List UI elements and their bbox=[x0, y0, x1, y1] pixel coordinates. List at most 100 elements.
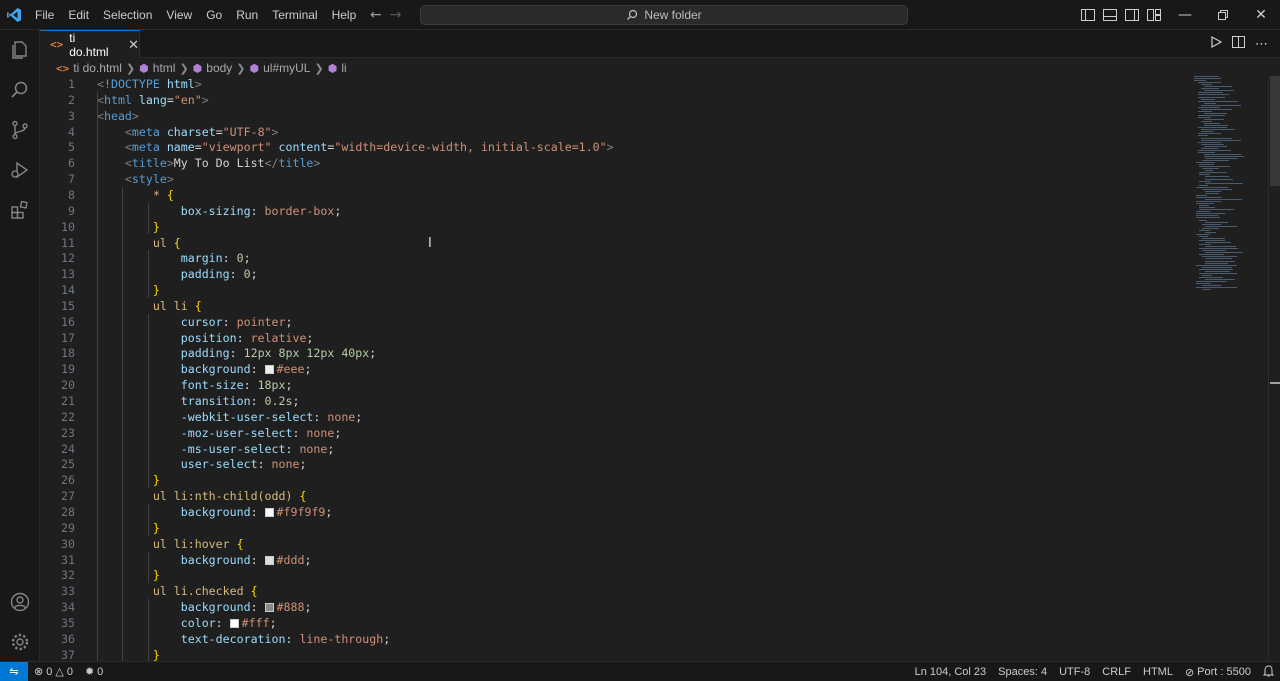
toggle-secondary-sidebar-icon[interactable] bbox=[1124, 7, 1140, 23]
code-line: 17 position: relative; bbox=[40, 330, 1190, 346]
breadcrumb-item[interactable]: ⬢ body bbox=[193, 61, 233, 75]
code-line: 20 font-size: 18px; bbox=[40, 377, 1190, 393]
ports-indicator[interactable]: ✹ 0 bbox=[79, 662, 109, 681]
code-editor[interactable]: 1 <!DOCTYPE html> 2 <html lang="en"> 3 <head>… bbox=[40, 76, 1192, 661]
code-text: box-sizing: border-box; bbox=[97, 203, 342, 219]
minimap[interactable] bbox=[1192, 76, 1268, 306]
color-swatch[interactable] bbox=[264, 507, 274, 517]
minimize-icon[interactable]: — bbox=[1166, 0, 1204, 30]
breadcrumb-item[interactable]: ⬢ li bbox=[328, 61, 347, 75]
minimap-line bbox=[1202, 266, 1233, 268]
code-token: : bbox=[292, 425, 307, 440]
menu-go[interactable]: Go bbox=[199, 0, 229, 30]
encoding[interactable]: UTF-8 bbox=[1053, 662, 1096, 681]
menu-edit[interactable]: Edit bbox=[61, 0, 96, 30]
notifications-bell[interactable] bbox=[1257, 662, 1280, 681]
color-swatch[interactable] bbox=[264, 365, 274, 375]
minimap-line bbox=[1201, 139, 1242, 141]
code-token: color bbox=[180, 615, 216, 630]
language-mode[interactable]: HTML bbox=[1137, 662, 1179, 681]
color-swatch[interactable] bbox=[264, 603, 274, 613]
toggle-primary-sidebar-icon[interactable] bbox=[1080, 7, 1096, 23]
minimap-line bbox=[1196, 281, 1227, 282]
code-token: : bbox=[222, 314, 237, 329]
indentation[interactable]: Spaces: 4 bbox=[992, 662, 1053, 681]
line-number: 11 bbox=[61, 235, 75, 250]
command-center[interactable]: New folder bbox=[420, 5, 908, 25]
run-icon[interactable] bbox=[1210, 35, 1223, 52]
symbol-element-icon: ⬢ bbox=[327, 62, 338, 75]
minimap-line bbox=[1199, 166, 1231, 168]
code-token: ; bbox=[369, 346, 377, 361]
extensions-icon[interactable] bbox=[0, 190, 40, 230]
vertical-scrollbar[interactable] bbox=[1268, 76, 1280, 661]
symbol-element-icon: ⬢ bbox=[249, 62, 260, 75]
menu-selection[interactable]: Selection bbox=[96, 0, 159, 30]
minimap-line bbox=[1196, 201, 1221, 203]
arrow-left-icon[interactable]: ← bbox=[370, 7, 382, 23]
end-of-line[interactable]: CRLF bbox=[1096, 662, 1137, 681]
code-line: 32 } bbox=[40, 567, 1190, 583]
line-number: 12 bbox=[61, 251, 75, 266]
color-swatch[interactable] bbox=[229, 618, 239, 628]
code-token: user-select bbox=[180, 457, 258, 472]
restore-icon[interactable] bbox=[1204, 0, 1242, 30]
tab-ti-do-html[interactable]: <> ti do.html ✕ bbox=[40, 30, 140, 59]
minimap-line bbox=[1196, 194, 1207, 196]
code-token: { bbox=[236, 536, 244, 551]
code-token: font-size bbox=[180, 378, 244, 393]
toggle-panel-icon[interactable] bbox=[1102, 7, 1118, 23]
gear-icon[interactable] bbox=[0, 622, 40, 662]
split-editor-icon[interactable] bbox=[1232, 36, 1245, 52]
code-token: #f9f9f9 bbox=[276, 504, 326, 519]
code-token: cursor bbox=[180, 314, 223, 329]
indent-guide bbox=[148, 503, 149, 536]
activity-bar bbox=[0, 30, 40, 661]
chevron-right-icon: ❯ bbox=[314, 62, 324, 75]
menu-file[interactable]: File bbox=[28, 0, 61, 30]
code-text: color: #fff; bbox=[97, 615, 277, 631]
more-actions-icon[interactable]: ⋯ bbox=[1255, 37, 1268, 52]
code-text: position: relative; bbox=[97, 330, 314, 346]
menu-run[interactable]: Run bbox=[229, 0, 265, 30]
line-number: 9 bbox=[68, 203, 75, 218]
search-view-icon[interactable] bbox=[0, 70, 40, 110]
minimap-line bbox=[1199, 209, 1234, 211]
code-token: > bbox=[201, 92, 209, 107]
cursor-position[interactable]: Ln 104, Col 23 bbox=[909, 662, 993, 681]
code-text: background: #ddd; bbox=[97, 552, 312, 568]
arrow-right-icon[interactable]: → bbox=[390, 7, 402, 23]
accounts-icon[interactable] bbox=[0, 582, 40, 622]
explorer-icon[interactable] bbox=[0, 30, 40, 70]
breadcrumb-item[interactable]: ⬢ ul#myUL bbox=[250, 61, 311, 75]
code-line: 19 background: #eee; bbox=[40, 361, 1190, 377]
source-control-icon[interactable] bbox=[0, 110, 40, 150]
menu-help[interactable]: Help bbox=[325, 0, 364, 30]
problems-indicator[interactable]: ⊗ 0 △ 0 bbox=[28, 662, 79, 681]
minimap-line bbox=[1205, 262, 1228, 264]
live-server-status[interactable]: ⊘ Port : 5500 bbox=[1179, 662, 1257, 681]
close-window-icon[interactable]: ✕ bbox=[1242, 0, 1280, 30]
menu-terminal[interactable]: Terminal bbox=[265, 0, 324, 30]
menu-view[interactable]: View bbox=[159, 0, 199, 30]
remote-indicator[interactable]: ⇋ bbox=[0, 661, 28, 681]
minimap-line bbox=[1196, 196, 1223, 198]
minimap-line bbox=[1202, 285, 1221, 287]
minimap-line bbox=[1199, 184, 1208, 186]
customize-layout-icon[interactable] bbox=[1146, 7, 1162, 23]
scrollbar-thumb[interactable] bbox=[1270, 76, 1280, 186]
code-token: ; bbox=[285, 314, 293, 329]
color-swatch[interactable] bbox=[264, 555, 274, 565]
run-debug-icon[interactable] bbox=[0, 150, 40, 190]
code-text: transition: 0.2s; bbox=[97, 393, 300, 409]
code-line: 14 } bbox=[40, 282, 1190, 298]
close-icon[interactable]: ✕ bbox=[128, 37, 139, 53]
breadcrumb-item[interactable]: <> ti do.html bbox=[56, 61, 122, 75]
breadcrumb-item[interactable]: ⬢ html bbox=[139, 61, 175, 75]
code-token: ; bbox=[334, 425, 342, 440]
